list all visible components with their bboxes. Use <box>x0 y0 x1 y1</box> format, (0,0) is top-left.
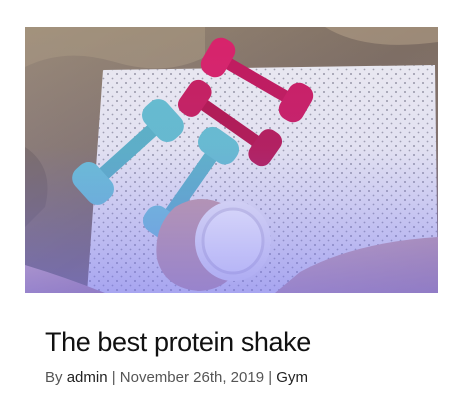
meta-separator: | <box>264 369 277 386</box>
byline-label: By <box>45 369 67 386</box>
post-meta: By admin | November 26th, 2019 | Gym <box>45 368 308 388</box>
post-card: The best protein shake By admin | Novemb… <box>0 0 463 417</box>
author-link[interactable]: admin <box>67 369 108 386</box>
category-link[interactable]: Gym <box>276 369 308 386</box>
post-featured-image[interactable] <box>25 27 438 293</box>
post-date: November 26th, 2019 <box>119 369 265 386</box>
dumbbells-photo <box>25 27 438 293</box>
meta-separator: | <box>107 369 120 386</box>
post-title[interactable]: The best protein shake <box>45 326 311 358</box>
